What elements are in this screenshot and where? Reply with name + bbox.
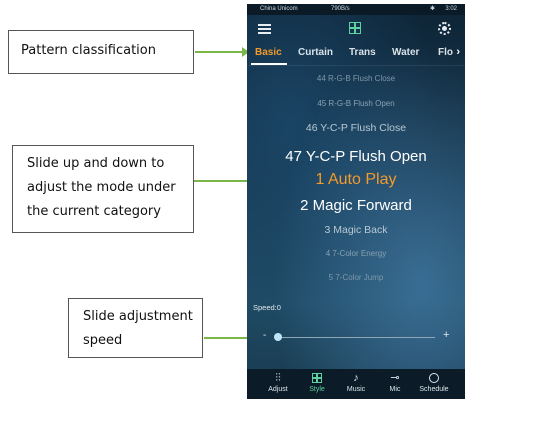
- callout-text: speed: [83, 333, 123, 348]
- callout-slide-mode: Slide up and down to adjust the mode und…: [12, 145, 194, 233]
- mic-icon: ⊸: [390, 372, 400, 384]
- mode-item[interactable]: 45 R-G-B Flush Open: [247, 99, 465, 108]
- callout-text: Pattern classification: [21, 43, 156, 58]
- nav-adjust[interactable]: ⫶⫶ Adjust: [256, 372, 300, 395]
- category-tabs: Basic Curtain Trans Water Flo ›: [247, 43, 465, 66]
- nav-label: Music: [346, 386, 366, 393]
- arrow-slide-mode: [194, 177, 254, 185]
- arrow-pattern: [195, 48, 249, 56]
- nav-label: Style: [309, 386, 325, 393]
- sliders-icon: ⫶⫶: [275, 372, 281, 384]
- callout-text: Slide adjustment: [83, 309, 193, 324]
- callout-text: Slide up and down to: [27, 156, 165, 171]
- bottom-nav: ⫶⫶ Adjust Style ♪ Music ⊸ Mic Schedule: [247, 369, 465, 399]
- speed-increase-button[interactable]: +: [443, 329, 449, 341]
- tab-basic[interactable]: Basic: [255, 47, 282, 58]
- speed-label: Speed:0: [253, 303, 281, 312]
- top-bar: [247, 15, 465, 43]
- mode-item[interactable]: 2 Magic Forward: [247, 197, 465, 214]
- carrier-label: China Unicom: [260, 6, 298, 12]
- active-tab-indicator: [251, 63, 287, 65]
- nav-label: Schedule: [419, 386, 449, 393]
- menu-icon[interactable]: [258, 24, 271, 34]
- nav-style[interactable]: Style: [295, 372, 339, 395]
- nav-schedule[interactable]: Schedule: [412, 372, 456, 395]
- status-bar: China Unicom 790B/s ✱ 3:02: [247, 4, 465, 15]
- bluetooth-icon: ✱: [429, 6, 435, 12]
- clock-time: 3:02: [445, 6, 457, 12]
- clock-icon: [412, 372, 456, 385]
- callout-text: the current category: [27, 204, 161, 219]
- mode-item[interactable]: 5 7-Color Jump: [247, 273, 465, 282]
- tab-trans[interactable]: Trans: [349, 47, 376, 58]
- chevron-right-icon[interactable]: ›: [456, 46, 460, 58]
- callout-slide-speed: Slide adjustment speed: [68, 298, 203, 358]
- nav-mic[interactable]: ⊸ Mic: [373, 372, 417, 395]
- nav-music[interactable]: ♪ Music: [334, 372, 378, 395]
- nav-label: Adjust: [268, 386, 288, 393]
- grid-icon: [295, 372, 339, 385]
- mode-item[interactable]: 44 R-G-B Flush Close: [247, 74, 465, 83]
- speed-decrease-button[interactable]: -: [263, 330, 266, 341]
- phone-screen: China Unicom 790B/s ✱ 3:02 Basic Curtain…: [247, 4, 465, 399]
- mode-item[interactable]: 47 Y-C-P Flush Open: [247, 148, 465, 165]
- music-icon: ♪: [353, 372, 359, 384]
- tab-water[interactable]: Water: [392, 47, 419, 58]
- tab-flo[interactable]: Flo: [438, 47, 453, 58]
- callout-text: adjust the mode under: [27, 180, 176, 195]
- mode-item-selected[interactable]: 1 Auto Play: [247, 171, 465, 189]
- gear-icon[interactable]: [438, 22, 451, 35]
- mode-item[interactable]: 3 Magic Back: [247, 224, 465, 236]
- mode-item[interactable]: 46 Y-C-P Flush Close: [247, 122, 465, 134]
- speed-slider-handle[interactable]: [274, 333, 282, 341]
- tab-curtain[interactable]: Curtain: [298, 47, 333, 58]
- grid-icon[interactable]: [349, 22, 361, 34]
- nav-label: Mic: [389, 386, 401, 393]
- callout-pattern-classification: Pattern classification: [8, 30, 194, 74]
- mode-item[interactable]: 4 7-Color Energy: [247, 249, 465, 258]
- network-speed: 790B/s: [331, 6, 350, 12]
- speed-slider-track[interactable]: [279, 337, 435, 338]
